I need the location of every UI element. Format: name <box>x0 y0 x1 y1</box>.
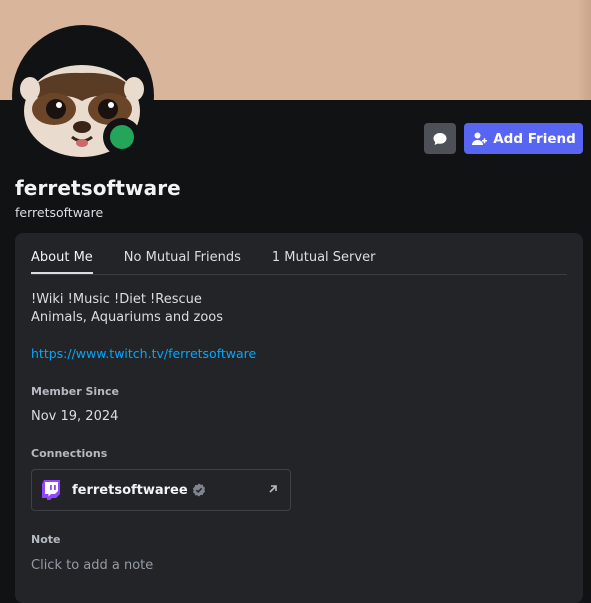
username: ferretsoftware <box>15 205 104 220</box>
tab-about-me[interactable]: About Me <box>31 250 93 274</box>
message-button[interactable] <box>424 123 456 154</box>
member-since-value: Nov 19, 2024 <box>31 409 119 424</box>
online-status-icon <box>110 125 134 149</box>
connections-label: Connections <box>31 447 108 460</box>
profile-tabs: About Me No Mutual Friends 1 Mutual Serv… <box>31 250 567 275</box>
display-name: ferretsoftware <box>15 176 181 200</box>
banner-edge <box>577 0 591 100</box>
verified-icon <box>192 483 206 497</box>
member-since-label: Member Since <box>31 385 119 398</box>
bio-line-1: !Wiki !Music !Diet !Rescue <box>31 292 202 307</box>
connection-name: ferretsoftwaree <box>72 482 188 498</box>
profile-card: About Me No Mutual Friends 1 Mutual Serv… <box>15 233 583 603</box>
external-link-icon[interactable] <box>266 482 280 496</box>
chat-bubble-icon <box>433 132 447 145</box>
bio-line-2: Animals, Aquariums and zoos <box>31 310 224 325</box>
bio: !Wiki !Music !Diet !Rescue Animals, Aqua… <box>31 291 223 327</box>
person-add-icon <box>472 132 488 145</box>
connection-item[interactable]: ferretsoftwaree <box>31 469 291 511</box>
note-input[interactable]: Click to add a note <box>31 558 153 573</box>
twitch-icon <box>42 480 62 500</box>
note-label: Note <box>31 533 61 546</box>
tab-mutual-servers[interactable]: 1 Mutual Server <box>272 250 376 274</box>
twitch-link[interactable]: https://www.twitch.tv/ferretsoftware <box>31 346 256 361</box>
add-friend-button[interactable]: Add Friend <box>464 123 583 154</box>
add-friend-label: Add Friend <box>493 130 576 147</box>
tab-mutual-friends[interactable]: No Mutual Friends <box>124 250 241 274</box>
